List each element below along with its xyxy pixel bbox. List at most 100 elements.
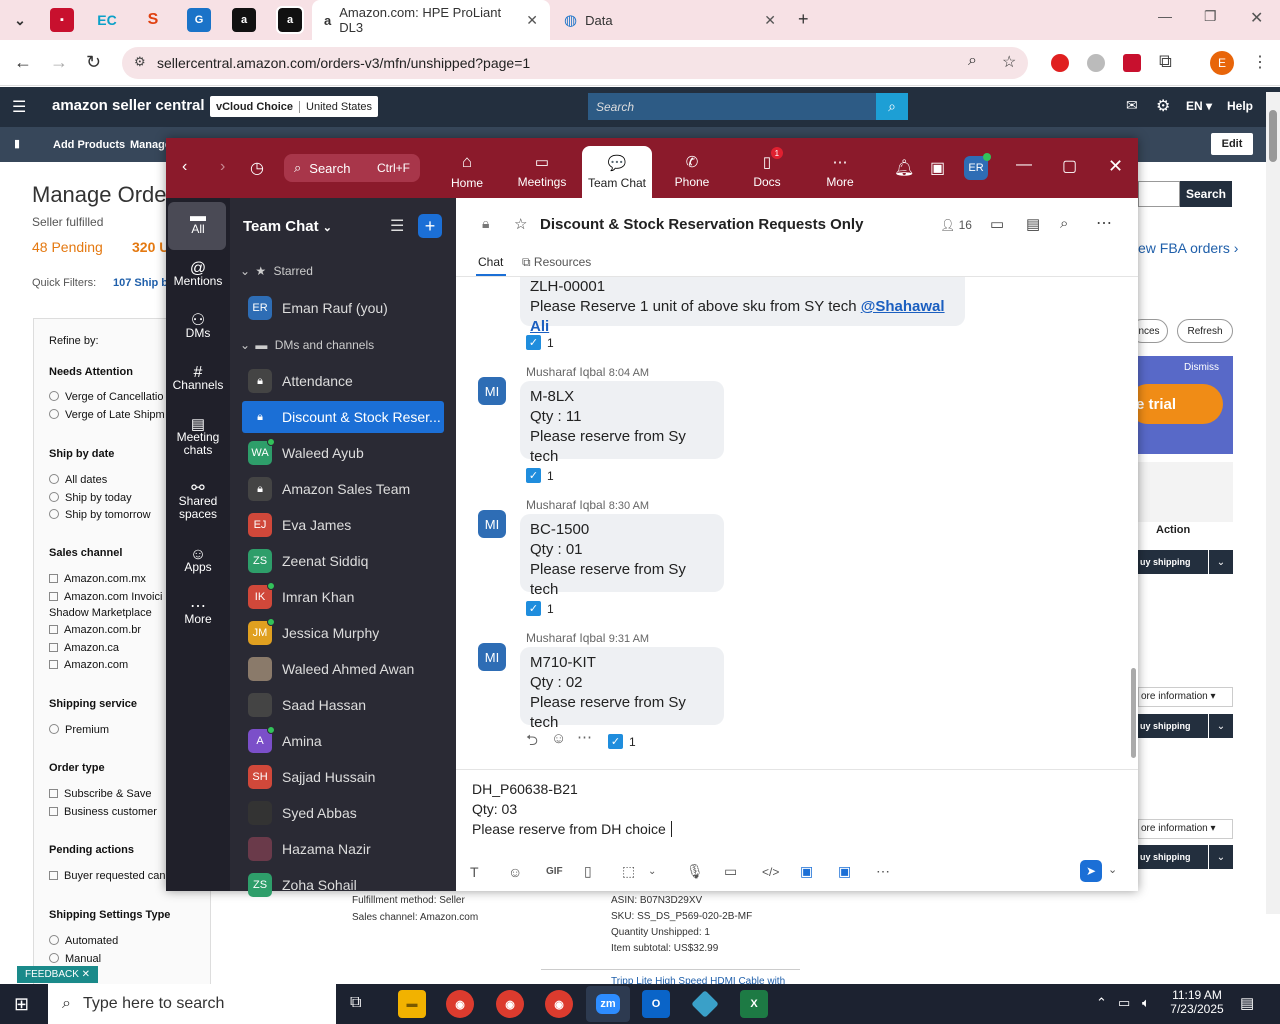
starred-section[interactable]: ⌄ ★ Starred [240, 264, 313, 278]
message-bubble[interactable]: ZLH-00001 Please Reserve 1 unit of above… [520, 277, 965, 335]
sender-name[interactable]: Musharaf Iqbal [526, 498, 605, 512]
rail-channels[interactable]: # Channels [168, 365, 228, 392]
history-icon[interactable]: ◷ [250, 158, 264, 178]
filter-option[interactable]: Manual [49, 953, 101, 965]
close-tab-icon[interactable]: ✕ [526, 12, 538, 29]
sidebar-channel-item[interactable]: EJ Eva James [242, 509, 444, 541]
extension-icon-1[interactable] [1051, 54, 1069, 72]
nav-manage[interactable]: Manage [130, 139, 171, 151]
rail-mentions[interactable]: @ Mentions [168, 261, 228, 288]
extension-icon-3[interactable] [1123, 54, 1141, 72]
sidebar-channel-item[interactable]: 🔒︎ Discount & Stock Reser... [242, 401, 444, 433]
fba-orders-link[interactable]: ew FBA orders › [1138, 240, 1238, 256]
buy-shipping-group[interactable]: uy shipping ⌄ [1138, 550, 1233, 574]
sender-avatar[interactable]: MI [478, 643, 506, 671]
sidebar-channel-item[interactable]: IK Imran Khan [242, 581, 444, 613]
site-info-icon[interactable]: ⚙ [134, 54, 146, 70]
format-text-icon[interactable]: T [470, 864, 508, 880]
chevron-down-icon[interactable]: ⌄ [1209, 550, 1233, 574]
message-compose-input[interactable]: DH_P60638-B21 Qty: 03 Please reserve fro… [472, 779, 1112, 839]
forward-arrow-icon[interactable]: › [220, 158, 225, 176]
filter-option[interactable]: Subscribe & Save [49, 788, 151, 800]
volume-icon[interactable]: 🔈︎ [1142, 995, 1150, 1011]
unshipped-tab[interactable]: 320 U [132, 239, 169, 255]
sidebar-channel-item[interactable]: ZS Zeenat Siddiq [242, 545, 444, 577]
buy-shipping-button[interactable]: uy shipping [1138, 714, 1208, 738]
nav-add-products[interactable]: Add Products [53, 139, 125, 151]
chrome-profile-icon[interactable]: ◉ [496, 990, 524, 1018]
bookmark-icon[interactable]: ▮ [14, 137, 20, 150]
amazon-tab-icon[interactable]: a [232, 8, 256, 32]
sidebar-channel-item[interactable]: JM Jessica Murphy [242, 617, 444, 649]
message-bubble[interactable]: M710-KIT Qty : 02 Please reserve from Sy… [520, 647, 724, 731]
reload-icon[interactable]: ↻ [86, 52, 101, 73]
product-title-link[interactable]: Tripp Lite High Speed HDMI Cable with [611, 976, 785, 984]
amazon-tab-icon-2[interactable]: a [276, 6, 304, 34]
excel-icon[interactable]: X [740, 990, 768, 1018]
filter-option[interactable]: Ship by today [49, 492, 132, 504]
sidebar-channel-item[interactable]: WA Waleed Ayub [242, 437, 444, 469]
dismiss-link[interactable]: Dismiss [1184, 362, 1219, 373]
close-icon[interactable]: ✕ [1108, 156, 1123, 177]
nav-more[interactable]: ⋯ More [805, 146, 875, 196]
filter-option[interactable]: Buyer requested can [49, 870, 166, 882]
sidebar-channel-item[interactable]: Saad Hassan [242, 689, 444, 721]
maximize-icon[interactable]: ▢ [1062, 156, 1077, 176]
members-count[interactable]: 👤︎ 16 [940, 218, 972, 232]
rail-dms[interactable]: ⚇ DMs [168, 313, 228, 340]
tab-list-chevron-icon[interactable]: ⌄ [8, 8, 32, 32]
filter-option[interactable]: Ship by tomorrow [49, 509, 151, 521]
rail-meeting-chats[interactable]: ▤ Meeting chats [168, 417, 228, 457]
buy-shipping-button[interactable]: uy shipping [1138, 845, 1208, 869]
tab-amazon[interactable]: a Amazon.com: HPE ProLiant DL3 ✕ [312, 0, 550, 40]
browser-menu-icon[interactable]: ⋮ [1252, 52, 1268, 72]
rail-shared-spaces[interactable]: ⚯ Shared spaces [168, 481, 228, 521]
zoom-magnifier-icon[interactable]: ⌕ [968, 52, 977, 70]
back-arrow-icon[interactable]: ‹ [182, 158, 187, 176]
taskbar-clock[interactable]: 11:19 AM 7/23/2025 [1168, 988, 1226, 1016]
zoom-taskbar-icon[interactable]: zm [586, 986, 630, 1022]
channel-title[interactable]: Discount & Stock Reservation Requests On… [540, 216, 863, 233]
reaction-chip[interactable]: ✓ 1 [526, 335, 554, 350]
more-options-icon[interactable]: ⋯ [1096, 213, 1112, 233]
chrome-icon[interactable]: ◉ [446, 990, 474, 1018]
sidebar-channel-item[interactable]: Waleed Ahmed Awan [242, 653, 444, 685]
sidebar-channel-item[interactable]: A Amina [242, 725, 444, 757]
profile-avatar[interactable]: E [1210, 51, 1234, 75]
feedback-button[interactable]: FEEDBACK ✕ [17, 966, 99, 983]
microphone-icon[interactable]: 🎙︎ [686, 863, 724, 880]
window-close-icon[interactable]: ✕ [1250, 8, 1263, 28]
pinned-tab-icon-3[interactable]: S [141, 8, 165, 32]
chrome-profile-2-icon[interactable]: ◉ [545, 990, 573, 1018]
nav-team-chat[interactable]: 💬 Team Chat [582, 146, 652, 198]
sidebar-channel-item[interactable]: Hazama Nazir [242, 833, 444, 865]
starred-item[interactable]: ER Eman Rauf (you) [242, 292, 444, 324]
buy-shipping-button[interactable]: uy shipping [1138, 550, 1208, 574]
network-icon[interactable]: ▭ [1118, 995, 1130, 1011]
quick-filter-ship[interactable]: 107 Ship b [113, 277, 168, 289]
order-search-input[interactable] [1138, 181, 1180, 207]
sidebar-channel-item[interactable]: SH Sajjad Hussain [242, 761, 444, 793]
minimize-icon[interactable]: — [1016, 156, 1032, 174]
reaction-chip[interactable]: ✓ 1 [526, 601, 554, 616]
page-scrollbar[interactable] [1266, 92, 1280, 914]
forward-icon[interactable]: → [50, 52, 68, 73]
reaction-chip[interactable]: ✓ 1 [608, 734, 636, 749]
edit-nav-button[interactable]: Edit [1211, 133, 1253, 155]
app-icon[interactable]: ▣ [838, 863, 876, 880]
video-call-icon[interactable]: ▭ [990, 215, 1004, 233]
filter-option[interactable]: Automated [49, 935, 118, 947]
close-tab-icon[interactable]: ✕ [764, 12, 776, 29]
chevron-down-icon[interactable]: ⌄ [1209, 714, 1233, 738]
code-snippet-icon[interactable]: </> [762, 865, 800, 879]
pending-tab[interactable]: 48 Pending [32, 239, 103, 255]
sidebar-title-dropdown[interactable]: Team Chat ⌄ [243, 218, 332, 235]
extension-icon-2[interactable] [1087, 54, 1105, 72]
emoji-icon[interactable]: ☺ [508, 864, 546, 880]
nav-phone[interactable]: ✆ Phone [657, 146, 727, 196]
tab-resources[interactable]: ⧉ Resources [522, 255, 591, 270]
new-tab-icon[interactable]: + [798, 9, 809, 30]
chevron-down-icon[interactable]: ⌄ [1209, 845, 1233, 869]
send-options-chevron-icon[interactable]: ⌄ [1108, 863, 1117, 876]
store-selector[interactable]: vCloud Choice United States [210, 96, 379, 117]
